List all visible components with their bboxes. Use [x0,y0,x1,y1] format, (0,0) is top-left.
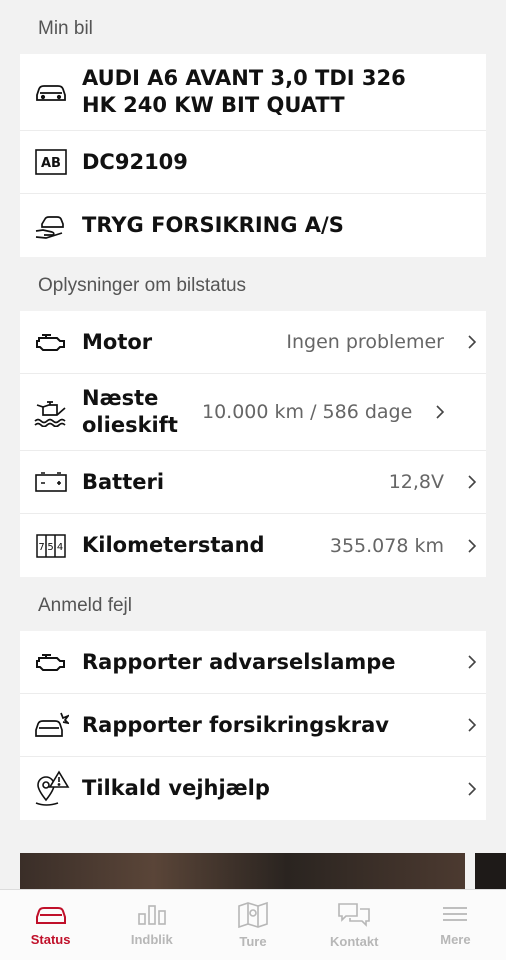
bar-chart-icon [137,905,166,925]
battery-value: 12,8V [388,471,444,493]
tab-kontakt[interactable]: Kontakt [304,890,405,960]
report-warning-light-row[interactable]: Rapporter advarselslampe [20,631,486,694]
oil-change-row[interactable]: Næste olieskift 10.000 km / 586 dage [20,374,486,451]
battery-icon [20,471,82,493]
my-car-card: AUDI A6 AVANT 3,0 TDI 326 HK 240 KW BIT … [20,54,486,257]
tab-bar: Status Indblik Ture Kontakt Mere [0,889,506,960]
chevron-right-icon [458,538,486,554]
oil-change-label: Næste olieskift [82,386,178,437]
insurer-row: TRYG FORSIKRING A/S [20,194,486,257]
odometer-value: 355.078 km [329,534,444,557]
car-model-row: AUDI A6 AVANT 3,0 TDI 326 HK 240 KW BIT … [20,54,486,131]
oil-change-value: 10.000 km / 586 dage [202,401,413,423]
chat-icon [338,903,371,927]
engine-warning-icon [20,650,82,674]
svg-text:4: 4 [57,542,63,553]
chevron-right-icon [426,404,454,420]
chevron-right-icon [458,334,486,350]
promo-image[interactable] [20,853,465,893]
chevron-right-icon [458,654,486,670]
svg-text:5: 5 [47,542,53,553]
license-plate: DC92109 [82,149,188,174]
svg-text:AB: AB [41,156,61,171]
car-damage-icon [20,710,82,740]
photo-carousel[interactable] [20,853,506,893]
car-icon [35,907,66,924]
report-card: Rapporter advarselslampe Rapporter forsi… [20,631,486,820]
tab-label: Kontakt [330,934,379,949]
tab-label: Status [30,932,71,947]
odometer-row[interactable]: 754 Kilometerstand 355.078 km [20,514,486,577]
status-card: Motor Ingen problemer Næste olieskift 10… [20,311,486,577]
promo-image[interactable] [475,853,506,893]
license-plate-icon: AB [20,149,82,175]
insurance-hand-icon [20,213,82,239]
report-insurance-claim-row[interactable]: Rapporter forsikringskrav [20,694,486,757]
engine-icon [20,330,82,354]
chevron-right-icon [458,717,486,733]
tab-label: Ture [239,934,267,949]
motor-value: Ingen problemer [286,331,444,353]
tab-ture[interactable]: Ture [202,890,303,960]
roadside-assistance-row[interactable]: Tilkald vejhjælp [20,757,486,820]
battery-label: Batteri [82,469,165,494]
section-header-status: Oplysninger om bilstatus [38,275,247,296]
battery-row[interactable]: Batteri 12,8V [20,451,486,514]
car-icon [20,81,82,103]
report-insurance-claim-label: Rapporter forsikringskrav [82,712,389,737]
oil-can-icon [20,397,82,427]
plate-row: AB DC92109 [20,131,486,194]
map-icon [238,902,268,928]
tab-status[interactable]: Status [0,890,101,960]
chevron-right-icon [458,781,486,797]
svg-text:7: 7 [38,542,44,553]
motor-label: Motor [82,329,153,354]
car-model: AUDI A6 AVANT 3,0 TDI 326 HK 240 KW BIT … [82,66,406,117]
chevron-right-icon [458,474,486,490]
tab-indblik[interactable]: Indblik [101,890,202,960]
section-header-my-car: Min bil [38,18,93,39]
tab-label: Indblik [130,932,173,947]
menu-icon [443,907,468,921]
tab-label: Mere [440,932,471,947]
report-warning-light-label: Rapporter advarselslampe [82,649,396,674]
odometer-label: Kilometerstand [82,533,265,557]
roadside-assistance-label: Tilkald vejhjælp [82,776,270,800]
roadside-warning-pin-icon [20,769,82,808]
section-header-report: Anmeld fejl [38,595,132,616]
insurer-name: TRYG FORSIKRING A/S [82,213,344,237]
odometer-icon: 754 [20,533,82,559]
motor-row[interactable]: Motor Ingen problemer [20,311,486,374]
tab-mere[interactable]: Mere [405,890,506,960]
